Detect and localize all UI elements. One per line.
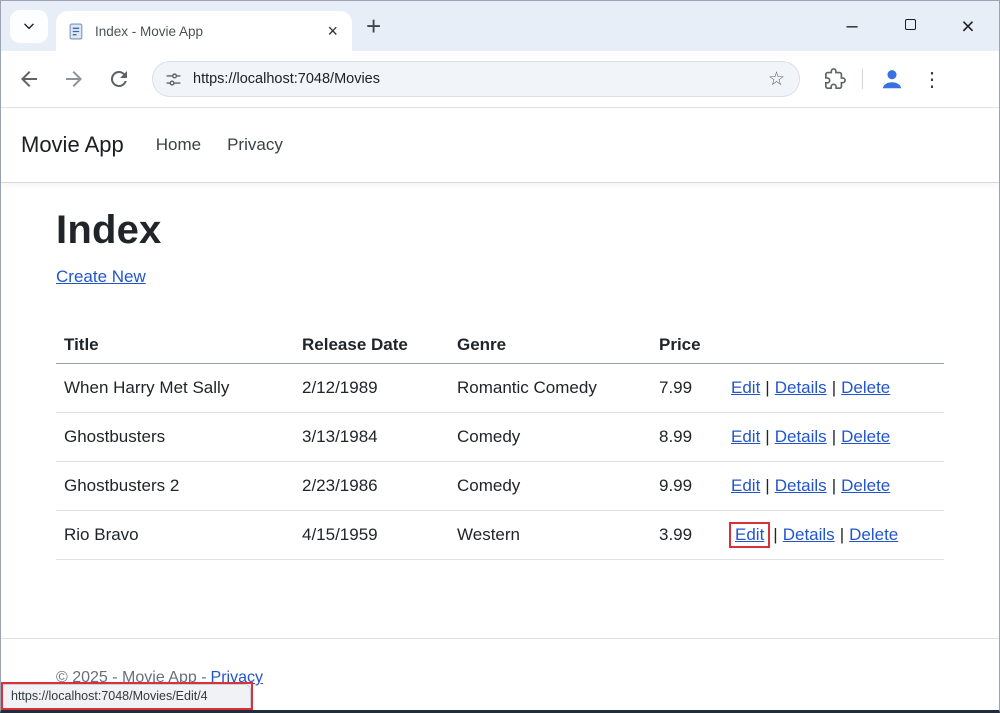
browser-window: Index - Movie App × + – × <box>0 0 1000 713</box>
action-separator: | <box>832 427 836 446</box>
bookmark-star-icon[interactable]: ☆ <box>766 68 787 91</box>
edit-link[interactable]: Edit <box>731 378 760 397</box>
new-tab-button[interactable]: + <box>366 13 381 39</box>
action-separator: | <box>765 378 769 397</box>
cell-release-date: 2/23/1986 <box>294 462 449 511</box>
status-bar: https://localhost:7048/Movies/Edit/4 <box>3 684 251 708</box>
chevron-down-icon <box>22 19 36 33</box>
nav-link-home[interactable]: Home <box>156 135 201 155</box>
delete-link[interactable]: Delete <box>841 427 890 446</box>
navbar-brand[interactable]: Movie App <box>21 132 124 158</box>
page-favicon-icon <box>68 23 85 40</box>
column-header-title: Title <box>56 327 294 364</box>
cell-title: Ghostbusters 2 <box>56 462 294 511</box>
edit-link-highlight: Edit <box>729 522 770 548</box>
cell-title: When Harry Met Sally <box>56 364 294 413</box>
menu-icon[interactable]: ⋮ <box>922 67 942 92</box>
maximize-icon <box>905 19 916 30</box>
table-header-row: Title Release Date Genre Price <box>56 327 944 364</box>
cell-actions: Edit | Details | Delete <box>723 511 944 560</box>
column-header-genre: Genre <box>449 327 651 364</box>
web-page: Movie App Home Privacy Index Create New … <box>1 108 999 710</box>
url-text: https://localhost:7048/Movies <box>193 71 766 87</box>
status-url-text: https://localhost:7048/Movies/Edit/4 <box>11 689 208 703</box>
browser-tab[interactable]: Index - Movie App × <box>56 11 352 51</box>
cell-actions: Edit | Details | Delete <box>723 364 944 413</box>
cell-genre: Western <box>449 511 651 560</box>
nav-link-privacy[interactable]: Privacy <box>227 135 283 155</box>
cell-price: 8.99 <box>651 413 723 462</box>
edit-link[interactable]: Edit <box>735 525 764 544</box>
delete-link[interactable]: Delete <box>841 476 890 495</box>
tab-strip: Index - Movie App × + – × <box>1 1 999 51</box>
cell-release-date: 2/12/1989 <box>294 364 449 413</box>
details-link[interactable]: Details <box>783 525 835 544</box>
tab-search-button[interactable] <box>10 10 48 43</box>
cell-release-date: 4/15/1959 <box>294 511 449 560</box>
cell-release-date: 3/13/1984 <box>294 413 449 462</box>
extensions-icon[interactable] <box>824 68 846 90</box>
edit-link[interactable]: Edit <box>731 427 760 446</box>
browser-toolbar: https://localhost:7048/Movies ☆ ⋮ <box>1 51 999 108</box>
delete-link[interactable]: Delete <box>841 378 890 397</box>
table-row: Ghostbusters 2 2/23/1986 Comedy 9.99 Edi… <box>56 462 944 511</box>
back-button[interactable] <box>17 67 41 91</box>
site-navbar: Movie App Home Privacy <box>1 108 999 183</box>
cell-genre: Romantic Comedy <box>449 364 651 413</box>
cell-genre: Comedy <box>449 462 651 511</box>
tab-close-icon[interactable]: × <box>321 20 344 42</box>
window-controls: – × <box>823 1 997 51</box>
page-title: Index <box>56 208 944 253</box>
minimize-button[interactable]: – <box>823 15 881 38</box>
action-separator: | <box>773 525 777 544</box>
cell-genre: Comedy <box>449 413 651 462</box>
cell-actions: Edit | Details | Delete <box>723 413 944 462</box>
column-header-price: Price <box>651 327 723 364</box>
action-separator: | <box>840 525 844 544</box>
forward-button[interactable] <box>62 67 86 91</box>
action-separator: | <box>832 378 836 397</box>
close-window-button[interactable]: × <box>939 13 997 40</box>
column-header-actions <box>723 327 944 364</box>
table-row: Ghostbusters 3/13/1984 Comedy 8.99 Edit |… <box>56 413 944 462</box>
cell-title: Rio Bravo <box>56 511 294 560</box>
site-info-icon[interactable] <box>165 71 182 88</box>
action-separator: | <box>832 476 836 495</box>
action-separator: | <box>765 427 769 446</box>
details-link[interactable]: Details <box>775 427 827 446</box>
tab-title: Index - Movie App <box>95 24 321 39</box>
table-row: Rio Bravo 4/15/1959 Western 3.99 Edit | De… <box>56 511 944 560</box>
details-link[interactable]: Details <box>775 476 827 495</box>
action-separator: | <box>765 476 769 495</box>
address-bar[interactable]: https://localhost:7048/Movies ☆ <box>152 61 800 97</box>
edit-link[interactable]: Edit <box>731 476 760 495</box>
main-content: Index Create New Title Release Date Genr… <box>1 183 999 638</box>
profile-avatar-icon[interactable] <box>879 66 905 92</box>
cell-price: 3.99 <box>651 511 723 560</box>
movies-table: Title Release Date Genre Price When Harr… <box>56 327 944 560</box>
cell-price: 9.99 <box>651 462 723 511</box>
status-url-highlight: https://localhost:7048/Movies/Edit/4 <box>1 682 253 710</box>
toolbar-separator <box>862 69 863 89</box>
cell-price: 7.99 <box>651 364 723 413</box>
details-link[interactable]: Details <box>775 378 827 397</box>
column-header-release-date: Release Date <box>294 327 449 364</box>
cell-title: Ghostbusters <box>56 413 294 462</box>
table-row: When Harry Met Sally 2/12/1989 Romantic … <box>56 364 944 413</box>
reload-button[interactable] <box>107 67 131 91</box>
maximize-button[interactable] <box>881 17 939 35</box>
cell-actions: Edit | Details | Delete <box>723 462 944 511</box>
delete-link[interactable]: Delete <box>849 525 898 544</box>
create-new-link[interactable]: Create New <box>56 267 146 286</box>
